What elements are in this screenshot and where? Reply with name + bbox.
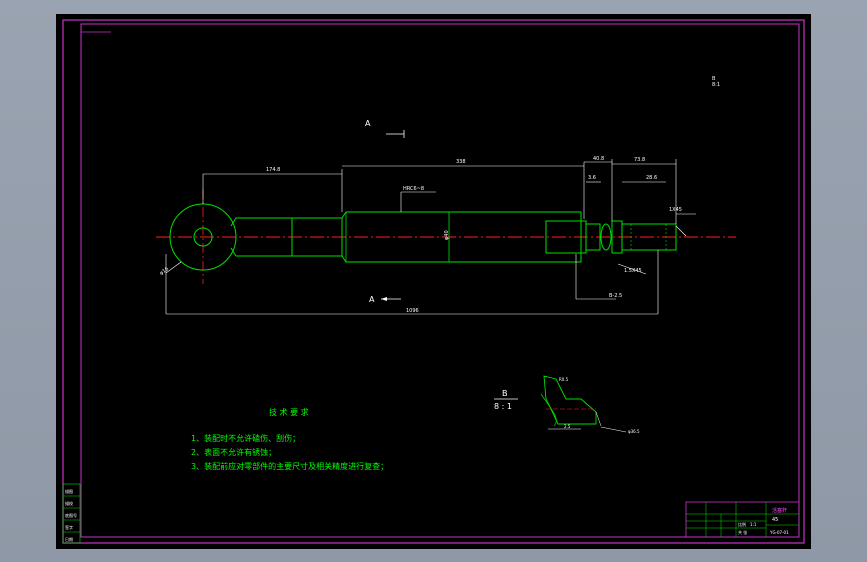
corner-note-2: 8:1 xyxy=(712,82,720,88)
side-label-4: 签字 xyxy=(65,524,73,530)
title-drawing-no: YG-07-01 xyxy=(769,530,789,535)
side-label-5: 日期 xyxy=(65,536,73,542)
title-part-name: 活塞杆 xyxy=(772,507,787,514)
view-label-bottom: A xyxy=(369,295,375,304)
dim-neck: 40.8 xyxy=(593,156,604,162)
detail-b-profile xyxy=(543,375,597,425)
dim-overall: 1096 xyxy=(406,308,419,314)
groove-note: B-2.5 xyxy=(609,293,622,299)
dim-step-a: 3.6 xyxy=(588,175,596,181)
detail-label: B xyxy=(502,389,508,398)
side-label-1: 描图 xyxy=(65,488,73,494)
title-scale-label: 比例 xyxy=(738,521,746,527)
outer-frame xyxy=(62,19,805,544)
dim-tip: 73.8 xyxy=(634,157,645,163)
drawing-sheet: B 8:1 φ16 φ40 174.8 338 40.8 73.8 3.6 28… xyxy=(56,14,811,549)
title-block: 活塞杆 45 YG-07-01 比例 1:1 共 张 xyxy=(685,501,800,538)
title-sheet-label: 共 张 xyxy=(738,529,747,535)
hrc-note: HRC6~8 xyxy=(403,186,424,192)
side-strip: 描图 描校 底图号 签字 日期 xyxy=(62,483,81,544)
detail-scale: 8 : 1 xyxy=(494,402,512,411)
cad-drawing: B 8:1 φ16 φ40 174.8 338 40.8 73.8 3.6 28… xyxy=(62,19,805,544)
dimension-lines xyxy=(165,159,696,315)
tech-req-item-3: 3、装配前应对零部件的主要尺寸及相关精度进行复查； xyxy=(191,461,388,471)
tech-req-item-1: 1、装配时不允许磕伤、刮伤； xyxy=(191,433,300,443)
title-material: 45 xyxy=(772,517,778,523)
detail-radius: R0.5 xyxy=(559,377,569,382)
dim-left-rod: 174.8 xyxy=(266,167,280,173)
chamfer-note: 1.5X45 xyxy=(624,268,642,274)
barrel-diameter: φ40 xyxy=(444,230,450,240)
inner-frame xyxy=(80,23,800,538)
dim-step-b: 28.6 xyxy=(646,175,657,181)
side-label-3: 底图号 xyxy=(65,512,77,518)
view-label-top: A xyxy=(365,119,371,128)
detail-width: 2.5 xyxy=(564,424,571,429)
side-label-2: 描校 xyxy=(65,500,73,506)
dim-barrel: 338 xyxy=(456,159,466,165)
thread-note: 1X45 xyxy=(669,207,682,213)
tech-req-item-2: 2、表面不允许有锈蚀； xyxy=(191,447,276,457)
title-scale-value: 1:1 xyxy=(750,522,757,527)
detail-note: φ36.5 xyxy=(628,429,640,434)
tech-req-title: 技 术 要 求 xyxy=(269,407,309,417)
